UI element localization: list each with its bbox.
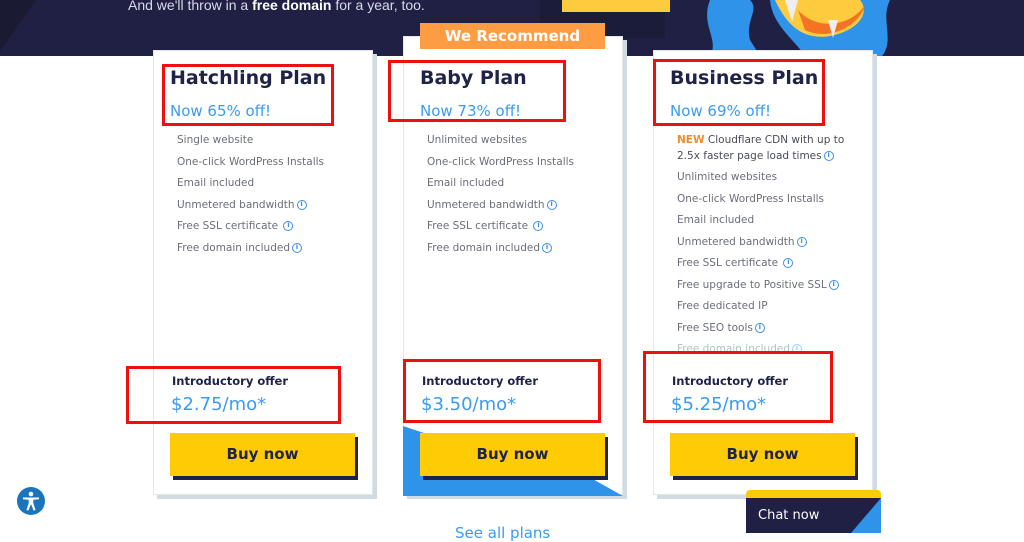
plan-discount: Now 73% off! [420,102,522,120]
info-circle-icon[interactable]: i [796,236,807,247]
hero-shade [0,0,50,56]
feature-text: Email included [427,177,505,189]
info-circle-icon[interactable]: i [828,279,839,290]
feature-item: One-click WordPress Installs [427,152,627,174]
buy-now-button[interactable]: Buy now [420,433,605,476]
feature-list: Unlimited websites One-click WordPress I… [427,130,627,259]
feature-item: Single website [177,130,377,152]
feature-text: One-click WordPress Installs [427,155,575,168]
plan-discount: Now 65% off! [170,102,272,120]
feature-text: Free domain included [427,241,540,254]
feature-text: Email included [177,177,255,189]
feature-text: Unlimited websites [677,171,778,183]
accessibility-icon [23,491,39,511]
feature-item: Free domain included i [427,238,627,260]
feature-text: Single website [177,134,254,146]
feature-text: Free SSL certificate [677,257,779,269]
plan-name: Baby Plan [420,67,527,89]
intro-offer-label: Introductory offer [422,374,539,388]
new-tag: NEW [677,134,705,146]
feature-text: One-click WordPress Installs [677,192,825,205]
info-circle-icon[interactable]: i [542,242,552,253]
info-circle-icon[interactable]: i [296,199,307,210]
feature-text: Email included [677,214,755,226]
feature-text: Free domain included [177,241,290,254]
feature-item: Unmetered bandwidth i [177,195,377,217]
feature-text: Free domain included [677,343,790,355]
info-circle-icon[interactable]: i [823,150,834,161]
feature-text: One-click WordPress Installs [177,155,325,168]
feature-item: Free SSL certificate i [177,216,377,238]
intro-offer-label: Introductory offer [672,374,789,388]
feature-item: Unmetered bandwidth i [677,232,862,254]
feature-item: One-click WordPress Installs [177,152,377,174]
feature-text: Free SSL certificate [427,220,529,232]
info-circle-icon[interactable]: i [533,221,544,231]
feature-item: Free domain included i [677,339,862,356]
plan-discount: Now 69% off! [670,102,772,120]
feature-item: Unlimited websites [427,130,627,152]
feature-text: Free SEO tools [677,321,753,334]
info-circle-icon[interactable]: i [292,242,302,253]
feature-list: NEW Cloudflare CDN with up to 2.5x faste… [677,131,862,356]
we-recommend-badge: We Recommend [420,23,605,49]
feature-text: Unmetered bandwidth [177,198,295,211]
intro-price: $5.25/mo* [671,394,767,415]
feature-item: Free upgrade to Positive SSL i [677,275,862,297]
hero-text-after: for a year, too. [331,0,425,13]
feature-item: Email included [677,210,862,232]
feature-item: Unlimited websites [677,167,862,189]
buy-now-button[interactable]: Buy now [170,433,355,476]
chat-now-button[interactable]: Chat now [746,490,881,533]
feature-text: Free upgrade to Positive SSL [677,278,827,291]
hero-text-before: And we'll throw in a [128,0,253,13]
intro-offer-label: Introductory offer [172,374,289,388]
feature-item: Email included [427,173,627,195]
hero-subtitle: And we'll throw in a free domain for a y… [128,0,425,13]
info-circle-icon[interactable]: i [783,258,794,268]
see-all-plans-link[interactable]: See all plans [455,524,550,542]
feature-text: Free dedicated IP [677,300,768,312]
intro-price: $2.75/mo* [171,394,267,415]
chat-now-label: Chat now [758,508,820,523]
feature-item: One-click WordPress Installs [677,189,862,211]
feature-item: Free domain included i [177,238,377,260]
accessibility-button[interactable] [17,487,45,515]
feature-text: Free SSL certificate [177,220,279,232]
feature-item: Free SEO tools i [677,318,862,340]
chat-accent-shape [851,498,881,533]
feature-item: Free SSL certificate i [677,253,862,275]
feature-item: Free dedicated IP [677,296,862,318]
feature-list: Single website One-click WordPress Insta… [177,130,377,259]
feature-item: Free SSL certificate i [427,216,627,238]
feature-text: Unmetered bandwidth [677,235,795,248]
feature-item: NEW Cloudflare CDN with up to 2.5x faste… [677,133,862,164]
feature-text: Unlimited websites [427,134,528,146]
feature-item: Unmetered bandwidth i [427,195,627,217]
intro-price: $3.50/mo* [421,394,517,415]
info-circle-icon[interactable]: i [546,199,557,210]
hero-text-bold: free domain [252,0,332,13]
info-circle-icon[interactable]: i [792,344,802,354]
plan-name: Business Plan [670,67,819,89]
info-circle-icon[interactable]: i [754,322,765,333]
buy-now-button[interactable]: Buy now [670,433,855,476]
feature-item: Email included [177,173,377,195]
feature-text: Unmetered bandwidth [427,198,545,211]
info-circle-icon[interactable]: i [283,221,294,231]
plan-name: Hatchling Plan [170,67,327,89]
